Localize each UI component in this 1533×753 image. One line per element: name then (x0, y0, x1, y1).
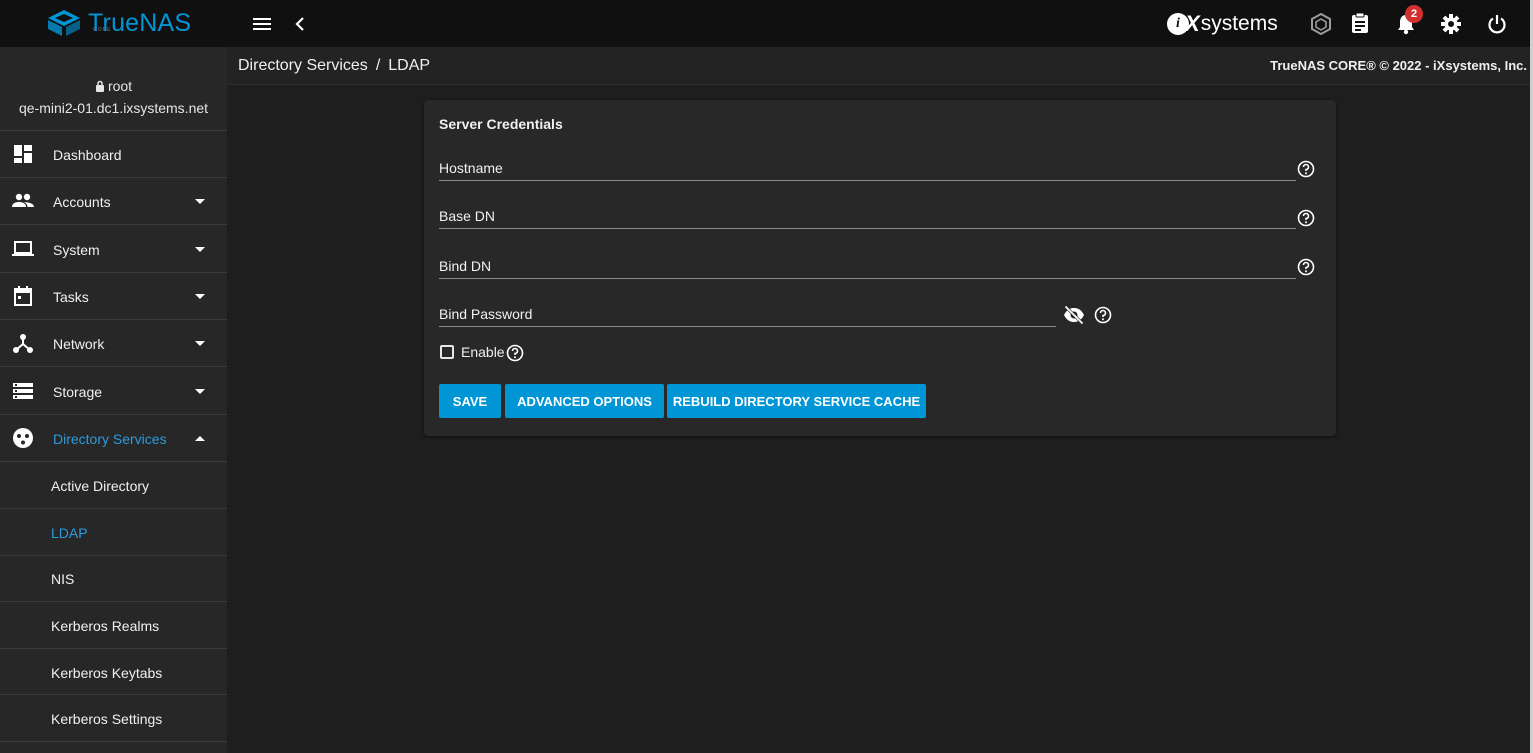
bind-dn-underline (439, 278, 1296, 279)
power-button[interactable] (1485, 12, 1509, 36)
clipboard-icon (1352, 12, 1368, 33)
menu-toggle-button[interactable] (250, 12, 274, 36)
calendar-icon (12, 285, 34, 307)
sidebar-subitem-nis[interactable]: NIS (0, 556, 227, 602)
network-icon (12, 332, 34, 354)
ix-logo-systems: systems (1200, 12, 1278, 35)
sidebar-item-system[interactable]: System (0, 225, 227, 273)
caret-down-icon (194, 338, 206, 350)
help-icon[interactable] (1094, 306, 1112, 324)
hostname-underline (439, 180, 1296, 181)
bind-password-label: Bind Password (439, 306, 533, 322)
sidebar-item-accounts[interactable]: Accounts (0, 178, 227, 225)
help-icon[interactable] (1297, 160, 1315, 178)
sidebar-item-label: Dashboard (53, 147, 122, 163)
advanced-options-button[interactable]: ADVANCED OPTIONS (505, 384, 664, 418)
help-icon[interactable] (506, 344, 524, 362)
truecommand-icon (1311, 13, 1331, 35)
sidebar-subitem-kerberos-keytabs[interactable]: Kerberos Keytabs (0, 649, 227, 695)
lock-icon (95, 80, 104, 92)
truecommand-button[interactable] (1309, 12, 1333, 36)
enable-label: Enable (461, 344, 505, 360)
task-manager-button[interactable] (1349, 11, 1371, 35)
hostname-field[interactable]: Hostname (439, 158, 1297, 182)
sidebar-item-label: Accounts (53, 194, 111, 210)
ixsystems-logo[interactable]: i X systems (1167, 11, 1278, 37)
sidebar-item-label: Storage (53, 384, 103, 400)
sidebar-subitem-label: Kerberos Keytabs (51, 665, 163, 681)
base-dn-underline (439, 228, 1296, 229)
bind-password-underline (439, 326, 1056, 327)
truenas-logo-icon (48, 10, 80, 36)
rebuild-cache-button[interactable]: REBUILD DIRECTORY SERVICE CACHE (667, 384, 926, 418)
sidebar: root qe-mini2-01.dc1.ixsystems.net Dashb… (0, 47, 227, 753)
breadcrumb-parent[interactable]: Directory Services (238, 57, 368, 75)
chevron-left-icon (295, 17, 304, 31)
breadcrumb-separator: / (375, 57, 381, 74)
sidebar-subitem-ldap[interactable]: LDAP (0, 509, 227, 556)
caret-down-icon (194, 291, 206, 303)
user-info: root qe-mini2-01.dc1.ixsystems.net (0, 47, 227, 131)
breadcrumb-current: LDAP (388, 57, 431, 74)
ix-logo-x: X (1185, 11, 1200, 36)
help-icon[interactable] (1297, 258, 1315, 276)
sidebar-item-label: Network (53, 336, 105, 352)
caret-down-icon (194, 196, 206, 208)
bind-password-field[interactable]: Bind Password (439, 304, 1057, 328)
sidebar-subitem-label: Active Directory (51, 478, 150, 494)
eye-off-icon[interactable] (1063, 305, 1085, 325)
settings-button[interactable] (1439, 12, 1463, 36)
sidebar-subitem-kerberos-settings[interactable]: Kerberos Settings (0, 695, 227, 742)
enable-checkbox[interactable] (440, 345, 454, 359)
form-section-title: Server Credentials (439, 116, 563, 132)
sidebar-item-label: Directory Services (53, 431, 167, 447)
save-button[interactable]: SAVE (439, 384, 501, 418)
sidebar-item-tasks[interactable]: Tasks (0, 273, 227, 320)
hamburger-icon (253, 18, 271, 30)
page-header: Directory Services / LDAP TrueNAS CORE® … (227, 47, 1530, 85)
base-dn-label: Base DN (439, 208, 496, 224)
sidebar-item-directory-services[interactable]: Directory Services (0, 415, 227, 462)
base-dn-field[interactable]: Base DN (439, 206, 1297, 230)
user-name-row: root (0, 78, 227, 94)
caret-down-icon (194, 386, 206, 398)
sidebar-subitem-label: LDAP (51, 525, 88, 541)
username: root (107, 78, 133, 94)
logo-subtitle: CORE (93, 27, 112, 33)
laptop-icon (12, 238, 34, 260)
ldap-form-card: Server Credentials Hostname Base DN Bind… (424, 100, 1336, 436)
bind-dn-label: Bind DN (439, 258, 492, 274)
top-bar: TrueNAS CORE i X systems 2 (0, 0, 1530, 47)
sidebar-item-network[interactable]: Network (0, 320, 227, 367)
alert-count-badge: 2 (1405, 5, 1423, 23)
people-icon (12, 190, 34, 212)
sidebar-subitem-active-directory[interactable]: Active Directory (0, 462, 227, 509)
sidebar-subitem-label: Kerberos Settings (51, 711, 163, 727)
hostname: qe-mini2-01.dc1.ixsystems.net (18, 100, 209, 116)
breadcrumb: Directory Services / LDAP (238, 57, 430, 75)
sidebar-item-storage[interactable]: Storage (0, 367, 227, 415)
help-icon[interactable] (1297, 209, 1315, 227)
sidebar-item-label: Tasks (53, 289, 89, 305)
copyright-text: TrueNAS CORE® © 2022 - iXsystems, Inc. (1270, 58, 1527, 73)
power-icon (1488, 15, 1506, 34)
storage-icon (12, 380, 34, 402)
sidebar-subitem-label: NIS (51, 571, 75, 587)
directory-icon (12, 427, 34, 449)
sidebar-subitem-label: Kerberos Realms (51, 618, 160, 634)
sidebar-subitem-kerberos-realms[interactable]: Kerberos Realms (0, 602, 227, 649)
dashboard-icon (12, 143, 34, 165)
caret-down-icon (194, 244, 206, 256)
truenas-logo[interactable]: TrueNAS (46, 8, 191, 38)
bind-dn-field[interactable]: Bind DN (439, 256, 1297, 280)
caret-up-icon (194, 433, 206, 445)
collapse-button[interactable] (290, 12, 310, 36)
hostname-label: Hostname (439, 160, 503, 176)
gear-icon (1441, 14, 1461, 34)
sidebar-item-dashboard[interactable]: Dashboard (0, 131, 227, 178)
sidebar-item-label: System (53, 242, 100, 258)
